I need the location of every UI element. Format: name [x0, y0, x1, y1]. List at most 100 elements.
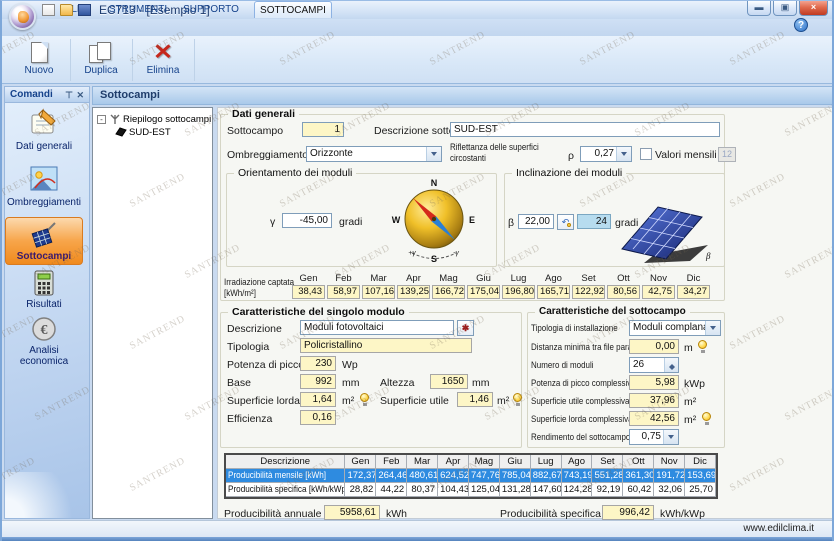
irradiation-value[interactable]: 175,04: [467, 285, 500, 299]
irradiation-value[interactable]: 139,25: [397, 285, 430, 299]
ribbon-tab-row: [2, 19, 834, 36]
save-icon[interactable]: [78, 4, 91, 16]
column-header: Mar: [407, 455, 438, 469]
suggested-tilt-button[interactable]: ↶: [557, 214, 574, 230]
table-cell: 80,37: [407, 483, 438, 497]
sottocampo-label: Sottocampo: [227, 125, 283, 137]
irradiation-value[interactable]: 166,72: [432, 285, 465, 299]
column-header: Ott: [623, 455, 654, 469]
irradiation-value[interactable]: 38,43: [292, 285, 325, 299]
gamma-input[interactable]: [282, 213, 332, 228]
open-file-icon[interactable]: [60, 4, 73, 16]
svg-text:+γ: +γ: [408, 250, 416, 257]
irradiation-value[interactable]: 165,71: [537, 285, 570, 299]
table-cell: 92,19: [592, 483, 623, 497]
producibilita-specifica-label: Producibilità specifica: [500, 508, 601, 520]
altezza-label: Altezza: [380, 377, 414, 389]
tree-root-label[interactable]: Riepilogo sottocampi: [123, 114, 211, 125]
sidebar-item-risultati[interactable]: Risultati: [5, 269, 83, 310]
sidebar-item-dati-generali[interactable]: Dati generali: [5, 107, 83, 152]
sidebar-item-analisi-economica[interactable]: € Analisi economica: [5, 315, 83, 367]
valori-mensili-label: Valori mensili: [655, 149, 717, 161]
monthly-values-button[interactable]: 12: [718, 147, 736, 162]
help-icon[interactable]: ?: [794, 18, 808, 32]
sidebar-item-sottocampi[interactable]: Sottocampi: [5, 217, 83, 265]
application-menu-button[interactable]: [9, 3, 36, 30]
ribbon-separator: [132, 39, 133, 81]
sup-utile-unit: m²: [497, 395, 509, 407]
close-panel-icon[interactable]: ✕: [76, 90, 84, 100]
riflettanza-combo[interactable]: 0,27: [580, 146, 632, 162]
close-button[interactable]: ×: [799, 1, 828, 16]
irradiation-value[interactable]: 107,16: [362, 285, 395, 299]
new-file-icon[interactable]: [42, 4, 55, 16]
producibilita-specifica-unit: kWh/kWp: [660, 508, 705, 520]
beta-input[interactable]: [518, 214, 554, 229]
month-label: Giu: [467, 273, 500, 285]
descrizione-sottocampo-input[interactable]: [450, 122, 720, 137]
irradiation-column: Mar107,16: [362, 273, 395, 299]
irradiation-column: Dic34,27: [677, 273, 710, 299]
beta-symbol: β: [508, 217, 514, 229]
modulo-descrizione-input[interactable]: [300, 320, 454, 335]
bulb-icon[interactable]: [702, 412, 711, 421]
bulb-icon[interactable]: [360, 393, 369, 402]
irradiation-value[interactable]: 80,56: [607, 285, 640, 299]
irradiation-value[interactable]: 122,92: [572, 285, 605, 299]
table-cell: 882,67: [531, 469, 562, 483]
nuovo-button[interactable]: Nuovo: [11, 39, 67, 81]
bulb-icon[interactable]: [513, 393, 522, 402]
month-label: Mar: [362, 273, 395, 285]
table-row[interactable]: Producibilità specifica [kWh/kWp]28,8244…: [226, 483, 716, 497]
solar-panel-icon: [29, 221, 59, 249]
table-cell: 361,30: [623, 469, 654, 483]
month-label: Set: [572, 273, 605, 285]
month-label: Apr: [397, 273, 430, 285]
tree-expander-icon[interactable]: -: [97, 115, 106, 124]
month-label: Nov: [642, 273, 675, 285]
sup-utile-complessiva-value: 37,96: [629, 393, 679, 408]
month-label: Mag: [432, 273, 465, 285]
elimina-button[interactable]: ✕ Elimina: [135, 39, 191, 81]
producibilita-specifica-value: 996,42: [602, 505, 654, 520]
ombreggiamento-combo[interactable]: Orizzonte: [306, 146, 442, 162]
pin-icon[interactable]: ⊤: [65, 90, 73, 100]
restore-button[interactable]: ▣: [773, 1, 797, 16]
ribbon: Nuovo Duplica ✕ Elimina: [2, 36, 834, 84]
tipologia-installazione-combo[interactable]: Moduli complanari c...: [629, 320, 721, 336]
spinner-arrows-icon[interactable]: [664, 358, 678, 372]
table-row[interactable]: Producibilità mensile [kWh]172,37264,464…: [226, 469, 716, 483]
minimize-button[interactable]: ▬: [747, 1, 771, 16]
sidebar-item-ombreggiamenti[interactable]: Ombreggiamenti: [5, 163, 83, 208]
tab-supporto[interactable]: SUPPORTO: [180, 1, 242, 18]
table-cell: 28,82: [345, 483, 376, 497]
resize-grip[interactable]: [823, 524, 833, 534]
irradiation-value[interactable]: 58,97: [327, 285, 360, 299]
module-archive-button[interactable]: ✱: [457, 320, 474, 336]
bulb-icon[interactable]: [698, 340, 707, 349]
numero-moduli-stepper[interactable]: 26: [629, 357, 679, 373]
rendimento-combo[interactable]: 0,75: [629, 429, 679, 445]
duplica-button[interactable]: Duplica: [73, 39, 129, 81]
irradiation-value[interactable]: 34,27: [677, 285, 710, 299]
tab-sottocampi[interactable]: SOTTOCAMPI: [254, 1, 332, 18]
tab-strumenti[interactable]: STRUMENTI: [102, 1, 174, 18]
potenza-picco-value: 230: [300, 356, 336, 371]
table-cell: 785,04: [500, 469, 531, 483]
riflettanza-label-2: circostanti: [450, 153, 486, 164]
column-header: Ago: [562, 455, 593, 469]
irradiation-column: Lug196,80: [502, 273, 535, 299]
irradiation-value[interactable]: 196,80: [502, 285, 535, 299]
sup-utile-label: Superficie utile: [380, 395, 449, 407]
table-cell: 44,22: [376, 483, 407, 497]
irradiation-value[interactable]: 42,75: [642, 285, 675, 299]
chevron-down-icon: [663, 430, 678, 444]
valori-mensili-checkbox[interactable]: [640, 148, 652, 160]
rho-symbol: ρ: [568, 150, 574, 162]
svg-text:-γ: -γ: [453, 250, 459, 257]
edilclima-link[interactable]: www.edilclima.it: [743, 523, 814, 534]
tree-child-label[interactable]: SUD-EST: [129, 127, 171, 138]
column-header: Lug: [531, 455, 562, 469]
svg-text:N: N: [431, 178, 438, 188]
sottocampo-input[interactable]: [302, 122, 344, 137]
